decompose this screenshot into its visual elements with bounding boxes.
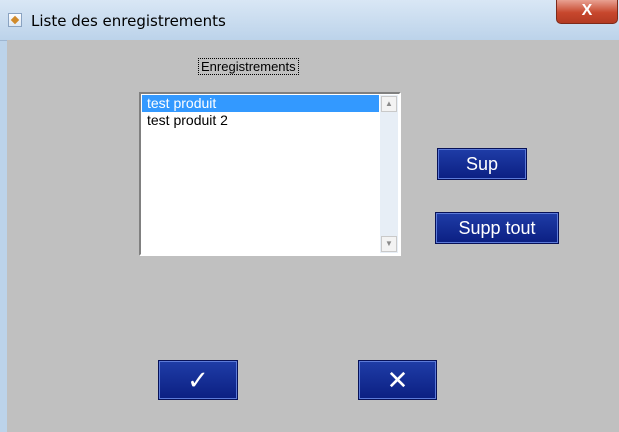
- checkmark-icon: ✓: [187, 365, 209, 395]
- records-list-window: Liste des enregistrements X Enregistreme…: [0, 0, 619, 432]
- ok-button[interactable]: ✓: [158, 360, 238, 400]
- window-title: Liste des enregistrements: [31, 12, 226, 30]
- records-listbox[interactable]: test produit test produit 2 ▲ ▼: [139, 92, 401, 256]
- list-item[interactable]: test produit 2: [142, 112, 379, 129]
- delete-all-button[interactable]: Supp tout: [435, 212, 559, 244]
- title-bar[interactable]: Liste des enregistrements X: [0, 0, 619, 41]
- close-button[interactable]: X: [556, 0, 618, 24]
- scroll-up-icon[interactable]: ▲: [381, 96, 397, 112]
- scroll-down-icon[interactable]: ▼: [381, 236, 397, 252]
- cancel-button[interactable]: ✕: [358, 360, 437, 400]
- delete-button[interactable]: Sup: [437, 148, 527, 180]
- vertical-scrollbar[interactable]: ▲ ▼: [380, 95, 398, 253]
- dialog-body: Enregistrements test produit test produi…: [7, 40, 619, 432]
- records-label: Enregistrements: [198, 58, 299, 75]
- listbox-items: test produit test produit 2: [142, 95, 379, 253]
- list-item[interactable]: test produit: [142, 95, 379, 112]
- app-icon[interactable]: [8, 13, 22, 27]
- x-mark-icon: ✕: [386, 365, 409, 395]
